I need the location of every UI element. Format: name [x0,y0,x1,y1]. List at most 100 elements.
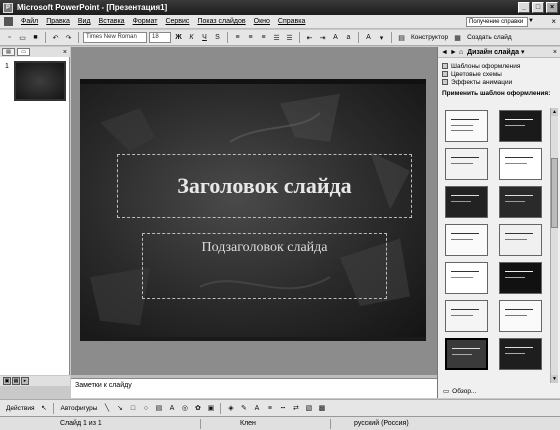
animation-effects-link[interactable]: Эффекты анимации [442,78,556,86]
wordart-icon[interactable]: A [166,403,177,414]
design-icon[interactable]: ▤ [396,32,407,43]
bold-button[interactable]: Ж [173,32,184,43]
design-template-thumb[interactable] [499,148,542,180]
design-template-thumb[interactable] [499,338,542,370]
font-shrink-icon[interactable]: a [343,32,354,43]
menu-tools[interactable]: Сервис [161,18,193,25]
slideshow-view-icon[interactable]: ▸ [21,377,29,385]
align-left-icon[interactable]: ≡ [232,32,243,43]
design-template-thumb-selected[interactable] [445,338,488,370]
tab-outline[interactable]: ▤ [2,48,15,56]
design-template-thumb[interactable] [445,186,488,218]
tab-slides[interactable]: ▭ [17,48,30,56]
slide-subtitle-placeholder[interactable]: Подзаголовок слайда [142,233,387,299]
bullets-icon[interactable]: ☰ [284,32,295,43]
task-pane-scrollbar[interactable]: ▲ ▼ [550,108,558,383]
3d-style-icon[interactable]: ▩ [316,403,327,414]
decrease-indent-icon[interactable]: ⇤ [304,32,315,43]
draw-actions-menu[interactable]: Действия [4,405,36,412]
design-template-thumb[interactable] [499,262,542,294]
align-center-icon[interactable]: ≡ [245,32,256,43]
close-pane-icon[interactable]: × [63,49,67,56]
font-color-icon[interactable]: A [363,32,374,43]
menu-window[interactable]: Окно [250,18,274,25]
open-folder-icon[interactable]: ▭ [17,32,28,43]
design-template-thumb[interactable] [445,148,488,180]
increase-indent-icon[interactable]: ⇥ [317,32,328,43]
design-template-thumb[interactable] [499,186,542,218]
scrollbar-thumb[interactable] [551,158,558,228]
task-pane-close-button[interactable]: × [553,49,557,56]
task-pane-title[interactable]: Дизайн слайда [467,49,519,56]
menu-edit[interactable]: Правка [42,18,74,25]
design-template-thumb[interactable] [499,300,542,332]
design-template-thumb[interactable] [445,300,488,332]
align-right-icon[interactable]: ≡ [258,32,269,43]
font-color-dropdown-icon[interactable]: ▾ [376,32,387,43]
powerpoint-app-icon[interactable]: P [3,2,13,13]
save-icon[interactable]: ■ [30,32,41,43]
shadow-button[interactable]: S [212,32,223,43]
arrow-icon[interactable]: ↘ [114,403,125,414]
document-icon[interactable] [4,17,13,26]
normal-view-icon[interactable]: ▣ [3,377,11,385]
draw-font-color-icon[interactable]: A [251,403,262,414]
notes-pane[interactable]: Заметки к слайду [71,378,437,398]
dash-style-icon[interactable]: ┅ [277,403,288,414]
new-slide-button[interactable]: Создать слайд [465,34,514,41]
design-template-thumb[interactable] [445,224,488,256]
color-schemes-link[interactable]: Цветовые схемы [442,70,556,78]
underline-button[interactable]: Ч [199,32,210,43]
diagram-icon[interactable]: ◎ [179,403,190,414]
menu-slideshow[interactable]: Показ слайдов [193,18,249,25]
menu-file[interactable]: Файл [17,18,42,25]
slide-title-placeholder[interactable]: Заголовок слайда [117,154,412,218]
new-slide-icon[interactable]: ▦ [452,32,463,43]
font-grow-icon[interactable]: A [330,32,341,43]
textbox-icon[interactable]: ▤ [153,403,164,414]
menu-format[interactable]: Формат [129,18,162,25]
design-templates-link[interactable]: Шаблоны оформления [442,62,556,70]
font-size-select[interactable]: 18 [149,32,171,43]
back-arrow-icon[interactable]: ◄ [441,49,448,56]
menu-insert[interactable]: Вставка [95,18,129,25]
sorter-view-icon[interactable]: ▦ [12,377,20,385]
numbering-icon[interactable]: ☰ [271,32,282,43]
design-template-thumb[interactable] [445,262,488,294]
menu-help[interactable]: Справка [274,18,309,25]
select-pointer-icon[interactable]: ↖ [38,403,49,414]
new-file-icon[interactable]: ▫ [4,32,15,43]
oval-icon[interactable]: ○ [140,403,151,414]
scroll-up-icon[interactable]: ▲ [551,108,558,116]
browse-link[interactable]: ▭ Обзор... [443,387,476,396]
clipart-icon[interactable]: ✿ [192,403,203,414]
redo-icon[interactable]: ↷ [63,32,74,43]
line-icon[interactable]: ╲ [101,403,112,414]
arrow-style-icon[interactable]: ⇄ [290,403,301,414]
picture-icon[interactable]: ▣ [205,403,216,414]
menu-view[interactable]: Вид [74,18,95,25]
close-window-button[interactable]: × [546,2,558,13]
undo-icon[interactable]: ↶ [50,32,61,43]
design-template-thumb[interactable] [499,110,542,142]
help-search-input[interactable]: Получение справки [466,17,528,27]
forward-arrow-icon[interactable]: ► [450,49,457,56]
font-name-select[interactable]: Times New Roman [83,32,147,43]
italic-button[interactable]: К [186,32,197,43]
design-button[interactable]: Конструктор [409,34,450,41]
task-pane-dropdown-icon[interactable]: ▾ [521,48,525,56]
slide[interactable]: Заголовок слайда Подзаголовок слайда [80,79,426,341]
line-color-icon[interactable]: ✎ [238,403,249,414]
design-template-thumb[interactable] [499,224,542,256]
line-style-icon[interactable]: ≡ [264,403,275,414]
rectangle-icon[interactable]: □ [127,403,138,414]
close-document-button[interactable]: × [551,17,556,26]
home-icon[interactable]: ⌂ [459,49,463,56]
slide-thumbnail[interactable] [14,61,66,101]
autoshapes-menu[interactable]: Автофигуры [58,405,99,412]
shadow-style-icon[interactable]: ▧ [303,403,314,414]
help-dropdown-icon[interactable]: ▼ [528,18,534,24]
maximize-button[interactable]: □ [532,2,544,13]
fill-color-icon[interactable]: ◈ [225,403,236,414]
minimize-button[interactable]: _ [518,2,530,13]
